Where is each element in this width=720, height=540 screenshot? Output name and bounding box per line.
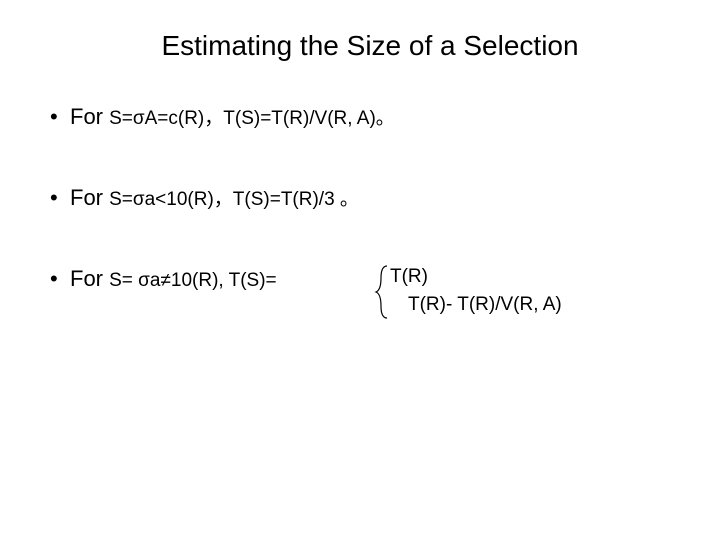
bullet-list: For S=σA=c(R)，T(S)=T(R)/V(R, A)。 For S=σ… [50,102,670,294]
formula-3-wrap: For S= σa≠10(R), T(S)= T(R) T(R)- T(R)/V… [70,264,670,295]
bullet-item-3: For S= σa≠10(R), T(S)= T(R) T(R)- T(R)/V… [50,264,670,295]
slide-title: Estimating the Size of a Selection [50,30,670,62]
branch-1: T(R) [390,264,428,291]
for-label: For [70,185,109,210]
formula-2: S=σa<10(R)，T(S)=T(R)/3 。 [109,189,359,210]
formula-1: S=σA=c(R)，T(S)=T(R)/V(R, A)。 [109,108,395,129]
for-label: For [70,104,109,129]
bullet-item-1: For S=σA=c(R)，T(S)=T(R)/V(R, A)。 [50,102,670,133]
formula-3-prefix: S= σa≠10(R), T(S)= [109,270,277,291]
for-label: For [70,266,109,291]
slide: Estimating the Size of a Selection For S… [0,0,720,540]
bullet-item-2: For S=σa<10(R)，T(S)=T(R)/3 。 [50,183,670,214]
branch-2: T(R)- T(R)/V(R, A) [408,292,562,319]
